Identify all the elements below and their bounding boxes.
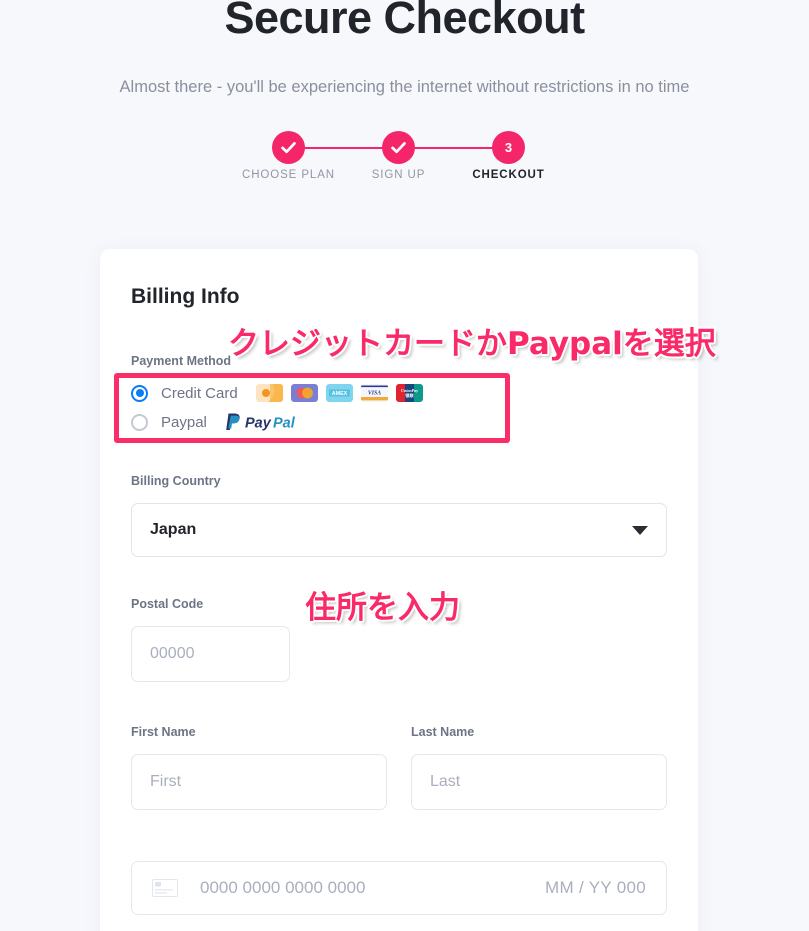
payment-option-credit-card[interactable]: Credit Card AMEX VISA UnionPay 银联 [131, 384, 423, 402]
billing-country-value: Japan [150, 521, 197, 538]
checkout-stepper: 3 CHOOSE PLAN SIGN UP CHECKOUT [0, 131, 809, 193]
unionpay-icon: UnionPay 银联 [395, 384, 423, 402]
mastercard-icon [290, 384, 318, 402]
payment-option-label: Paypal [161, 413, 207, 431]
visa-icon: VISA [360, 384, 388, 402]
check-icon [280, 139, 297, 156]
payment-option-paypal[interactable]: Paypal Pay Pal [131, 412, 302, 432]
check-icon [390, 139, 407, 156]
page-title: Secure Checkout [224, 0, 585, 43]
payment-option-label: Credit Card [161, 384, 238, 402]
stepper-connector-2 [413, 147, 494, 149]
payment-method-annotation-text: クレジットカードかPaypalを選択 [228, 326, 716, 362]
billing-country-label: Billing Country [131, 474, 221, 488]
billing-info-heading: Billing Info [131, 285, 240, 308]
last-name-label: Last Name [411, 725, 475, 739]
payment-method-label: Payment Method [131, 354, 232, 368]
step-node-choose-plan[interactable] [272, 131, 305, 164]
step-node-sign-up[interactable] [382, 131, 415, 164]
card-number-placeholder: 0000 0000 0000 0000 [200, 878, 366, 897]
card-brand-list: AMEX VISA UnionPay 银联 [255, 384, 423, 402]
svg-text:VISA: VISA [368, 391, 381, 397]
first-name-label: First Name [131, 725, 196, 739]
postal-code-label: Postal Code [131, 597, 204, 611]
radio-credit-card[interactable] [131, 384, 148, 402]
svg-text:Pal: Pal [273, 416, 296, 432]
checkout-page: Secure Checkout Almost there - you'll be… [0, 0, 809, 931]
address-annotation-text: 住所を入力 [305, 590, 460, 626]
billing-country-select[interactable]: Japan [131, 503, 667, 557]
postal-code-input[interactable]: 00000 [131, 626, 290, 682]
radio-paypal[interactable] [131, 413, 148, 431]
svg-text:Pay: Pay [245, 416, 272, 432]
card-number-input[interactable]: 0000 0000 0000 0000 MM / YY 000 [131, 861, 667, 915]
credit-card-icon [152, 879, 178, 897]
card-expiry-cvc-placeholder: MM / YY 000 [545, 878, 646, 897]
page-subtitle: Almost there - you'll be experiencing th… [119, 78, 690, 96]
generic-card-icon [255, 384, 283, 402]
step-number: 3 [504, 140, 513, 155]
amex-icon: AMEX [325, 384, 353, 402]
stepper-connector-1 [303, 147, 384, 149]
svg-text:银联: 银联 [405, 392, 414, 399]
step-label-checkout[interactable]: CHECKOUT [433, 169, 584, 181]
step-node-checkout[interactable]: 3 [492, 131, 525, 164]
chevron-down-icon [632, 525, 648, 535]
first-name-input[interactable]: First [131, 754, 387, 810]
last-name-input[interactable]: Last [411, 754, 667, 810]
svg-text:AMEX: AMEX [331, 391, 347, 397]
paypal-logo-icon: Pay Pal [224, 412, 302, 432]
